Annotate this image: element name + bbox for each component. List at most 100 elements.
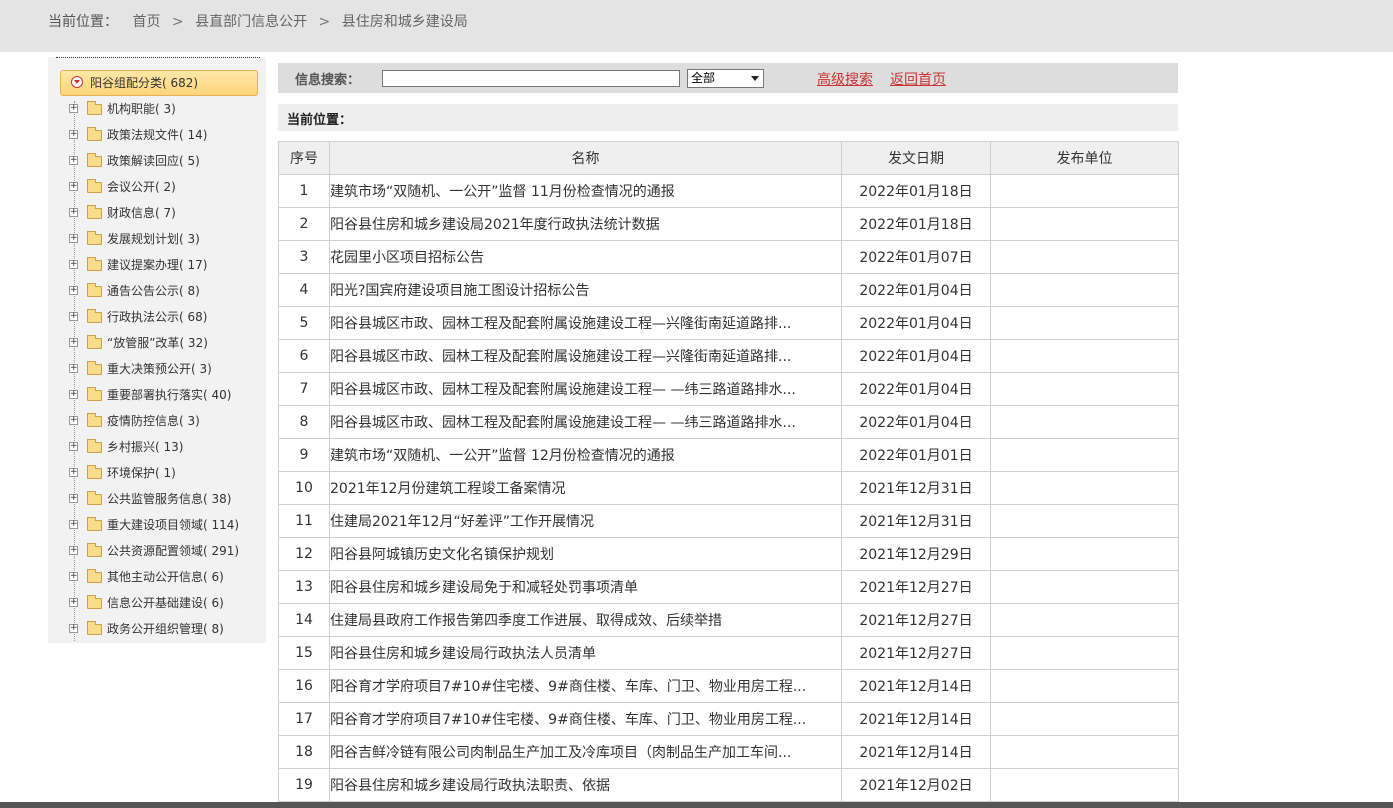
row-unit bbox=[990, 636, 1179, 670]
sidebar-item-label: 政策法规文件( 14) bbox=[107, 128, 208, 142]
folder-icon bbox=[87, 257, 102, 271]
row-unit bbox=[990, 207, 1179, 241]
row-title-link[interactable]: 阳谷县城区市政、园林工程及配套附属设施建设工程— —纬三路道路排水... bbox=[329, 405, 842, 439]
expand-plus-icon[interactable]: + bbox=[69, 598, 78, 607]
expand-plus-icon[interactable]: + bbox=[69, 494, 78, 503]
expand-plus-icon[interactable]: + bbox=[69, 624, 78, 633]
sidebar-category-item[interactable]: + 环境保护( 1) bbox=[69, 463, 259, 483]
sidebar-item-label: 环境保护( 1) bbox=[107, 466, 176, 480]
row-unit bbox=[990, 603, 1179, 637]
sidebar-category-item[interactable]: + 公共资源配置领域( 291) bbox=[69, 541, 259, 561]
expand-plus-icon[interactable]: + bbox=[69, 338, 78, 347]
sidebar-item-label: 重大建设项目领域( 114) bbox=[107, 518, 240, 532]
advanced-search-link[interactable]: 高级搜索 bbox=[817, 69, 873, 89]
category-sidebar: 阳谷组配分类( 682) + 机构职能( 3) + 政策法规文件( 14) + 政策解读回… bbox=[48, 57, 266, 643]
sidebar-category-item[interactable]: + 其他主动公开信息( 6) bbox=[69, 567, 259, 587]
expand-plus-icon[interactable]: + bbox=[69, 104, 78, 113]
sidebar-category-item[interactable]: + 会议公开( 2) bbox=[69, 177, 259, 197]
sidebar-category-item[interactable]: + 政务公开组织管理( 8) bbox=[69, 619, 259, 639]
sidebar-category-item[interactable]: + 机构职能( 3) bbox=[69, 99, 259, 119]
sidebar-category-item[interactable]: + 财政信息( 7) bbox=[69, 203, 259, 223]
sidebar-category-item[interactable]: + 重大决策预公开( 3) bbox=[69, 359, 259, 379]
row-unit bbox=[990, 504, 1179, 538]
sidebar-category-item[interactable]: + 乡村振兴( 13) bbox=[69, 437, 259, 457]
return-home-link[interactable]: 返回首页 bbox=[890, 69, 946, 89]
row-title-link[interactable]: 阳谷县城区市政、园林工程及配套附属设施建设工程—兴隆街南延道路排... bbox=[329, 339, 842, 373]
expand-plus-icon[interactable]: + bbox=[69, 546, 78, 555]
expand-plus-icon[interactable]: + bbox=[69, 572, 78, 581]
table-row: 18 阳谷吉鲜冷链有限公司肉制品生产加工及冷库项目（肉制品生产加工车间... 202… bbox=[278, 735, 1179, 769]
sidebar-category-item[interactable]: + 政策解读回应( 5) bbox=[69, 151, 259, 171]
row-date: 2021年12月02日 bbox=[841, 768, 991, 802]
table-row: 7 阳谷县城区市政、园林工程及配套附属设施建设工程— —纬三路道路排水... 202… bbox=[278, 372, 1179, 406]
sidebar-category-item[interactable]: + 发展规划计划( 3) bbox=[69, 229, 259, 249]
row-title-link[interactable]: 阳光?国宾府建设项目施工图设计招标公告 bbox=[329, 273, 842, 307]
sidebar-category-item[interactable]: + 公共监管服务信息( 38) bbox=[69, 489, 259, 509]
sidebar-category-item[interactable]: + 行政执法公示( 68) bbox=[69, 307, 259, 327]
position-bar: 当前位置： bbox=[278, 104, 1178, 131]
row-title-link[interactable]: 住建局2021年12月“好差评”工作开展情况 bbox=[329, 504, 842, 538]
row-title-link[interactable]: 建筑市场“双随机、一公开”监督 11月份检查情况的通报 bbox=[329, 174, 842, 208]
breadcrumb-current[interactable]: 县住房和城乡建设局 bbox=[342, 11, 468, 31]
expand-plus-icon[interactable]: + bbox=[69, 286, 78, 295]
row-title-link[interactable]: 阳谷县住房和城乡建设局免于和减轻处罚事项清单 bbox=[329, 570, 842, 604]
expand-plus-icon[interactable]: + bbox=[69, 468, 78, 477]
row-title-link[interactable]: 阳谷县住房和城乡建设局行政执法人员清单 bbox=[329, 636, 842, 670]
expand-plus-icon[interactable]: + bbox=[69, 208, 78, 217]
row-title-link[interactable]: 阳谷育才学府项目7#10#住宅楼、9#商住楼、车库、门卫、物业用房工程... bbox=[329, 702, 842, 736]
folder-icon bbox=[87, 543, 102, 557]
tree-root-category[interactable]: 阳谷组配分类( 682) bbox=[60, 70, 258, 96]
sidebar-category-item[interactable]: + 建议提案办理( 17) bbox=[69, 255, 259, 275]
sidebar-category-item[interactable]: + 疫情防控信息( 3) bbox=[69, 411, 259, 431]
folder-icon bbox=[87, 335, 102, 349]
row-title-link[interactable]: 阳谷县住房和城乡建设局行政执法职责、依据 bbox=[329, 768, 842, 802]
expand-plus-icon[interactable]: + bbox=[69, 182, 78, 191]
folder-icon bbox=[87, 413, 102, 427]
expand-plus-icon[interactable]: + bbox=[69, 390, 78, 399]
folder-icon bbox=[87, 595, 102, 609]
sidebar-item-label: 乡村振兴( 13) bbox=[107, 440, 184, 454]
row-title-link[interactable]: 阳谷吉鲜冷链有限公司肉制品生产加工及冷库项目（肉制品生产加工车间... bbox=[329, 735, 842, 769]
sidebar-category-item[interactable]: + 重要部署执行落实( 40) bbox=[69, 385, 259, 405]
row-title-link[interactable]: 建筑市场“双随机、一公开”监督 12月份检查情况的通报 bbox=[329, 438, 842, 472]
expand-plus-icon[interactable]: + bbox=[69, 364, 78, 373]
row-title-link[interactable]: 阳谷县城区市政、园林工程及配套附属设施建设工程— —纬三路道路排水... bbox=[329, 372, 842, 406]
row-unit bbox=[990, 471, 1179, 505]
row-title-link[interactable]: 花园里小区项目招标公告 bbox=[329, 240, 842, 274]
row-title-link[interactable]: 阳谷县阿城镇历史文化名镇保护规划 bbox=[329, 537, 842, 571]
sidebar-category-item[interactable]: + 通告公告公示( 8) bbox=[69, 281, 259, 301]
row-title-link[interactable]: 住建局县政府工作报告第四季度工作进展、取得成效、后续举措 bbox=[329, 603, 842, 637]
row-title-link[interactable]: 2021年12月份建筑工程竣工备案情况 bbox=[329, 471, 842, 505]
position-label: 当前位置： bbox=[287, 113, 353, 128]
table-row: 5 阳谷县城区市政、园林工程及配套附属设施建设工程—兴隆街南延道路排... 2022… bbox=[278, 306, 1179, 340]
document-table: 序号 名称 发文日期 发布单位 1 建筑市场“双随机、一公开”监督 11月份检查情… bbox=[278, 141, 1179, 802]
sidebar-category-item[interactable]: + 政策法规文件( 14) bbox=[69, 125, 259, 145]
row-title-link[interactable]: 阳谷县住房和城乡建设局2021年度行政执法统计数据 bbox=[329, 207, 842, 241]
breadcrumb-dept-link[interactable]: 县直部门信息公开 bbox=[195, 11, 307, 31]
expand-plus-icon[interactable]: + bbox=[69, 442, 78, 451]
search-scope-select[interactable]: 全部 bbox=[687, 69, 764, 88]
sidebar-category-item[interactable]: + 信息公开基础建设( 6) bbox=[69, 593, 259, 613]
expand-plus-icon[interactable]: + bbox=[69, 416, 78, 425]
expand-plus-icon[interactable]: + bbox=[69, 520, 78, 529]
expand-plus-icon[interactable]: + bbox=[69, 260, 78, 269]
table-row: 10 2021年12月份建筑工程竣工备案情况 2021年12月31日 bbox=[278, 471, 1179, 505]
row-serial: 10 bbox=[278, 471, 330, 505]
expand-plus-icon[interactable]: + bbox=[69, 156, 78, 165]
row-title-link[interactable]: 阳谷育才学府项目7#10#住宅楼、9#商住楼、车库、门卫、物业用房工程... bbox=[329, 669, 842, 703]
sidebar-item-label: 发展规划计划( 3) bbox=[107, 232, 200, 246]
expand-plus-icon[interactable]: + bbox=[69, 312, 78, 321]
row-unit bbox=[990, 735, 1179, 769]
folder-icon bbox=[87, 569, 102, 583]
search-input[interactable] bbox=[382, 70, 680, 87]
expand-plus-icon[interactable]: + bbox=[69, 130, 78, 139]
row-serial: 17 bbox=[278, 702, 330, 736]
row-title-link[interactable]: 阳谷县城区市政、园林工程及配套附属设施建设工程—兴隆街南延道路排... bbox=[329, 306, 842, 340]
collapse-arrow-icon[interactable] bbox=[71, 76, 83, 88]
row-date: 2021年12月27日 bbox=[841, 636, 991, 670]
breadcrumb-home-link[interactable]: 首页 bbox=[132, 11, 160, 31]
sidebar-category-item[interactable]: + “放管服”改革( 32) bbox=[69, 333, 259, 353]
expand-plus-icon[interactable]: + bbox=[69, 234, 78, 243]
row-serial: 19 bbox=[278, 768, 330, 802]
sidebar-category-item[interactable]: + 重大建设项目领域( 114) bbox=[69, 515, 259, 535]
